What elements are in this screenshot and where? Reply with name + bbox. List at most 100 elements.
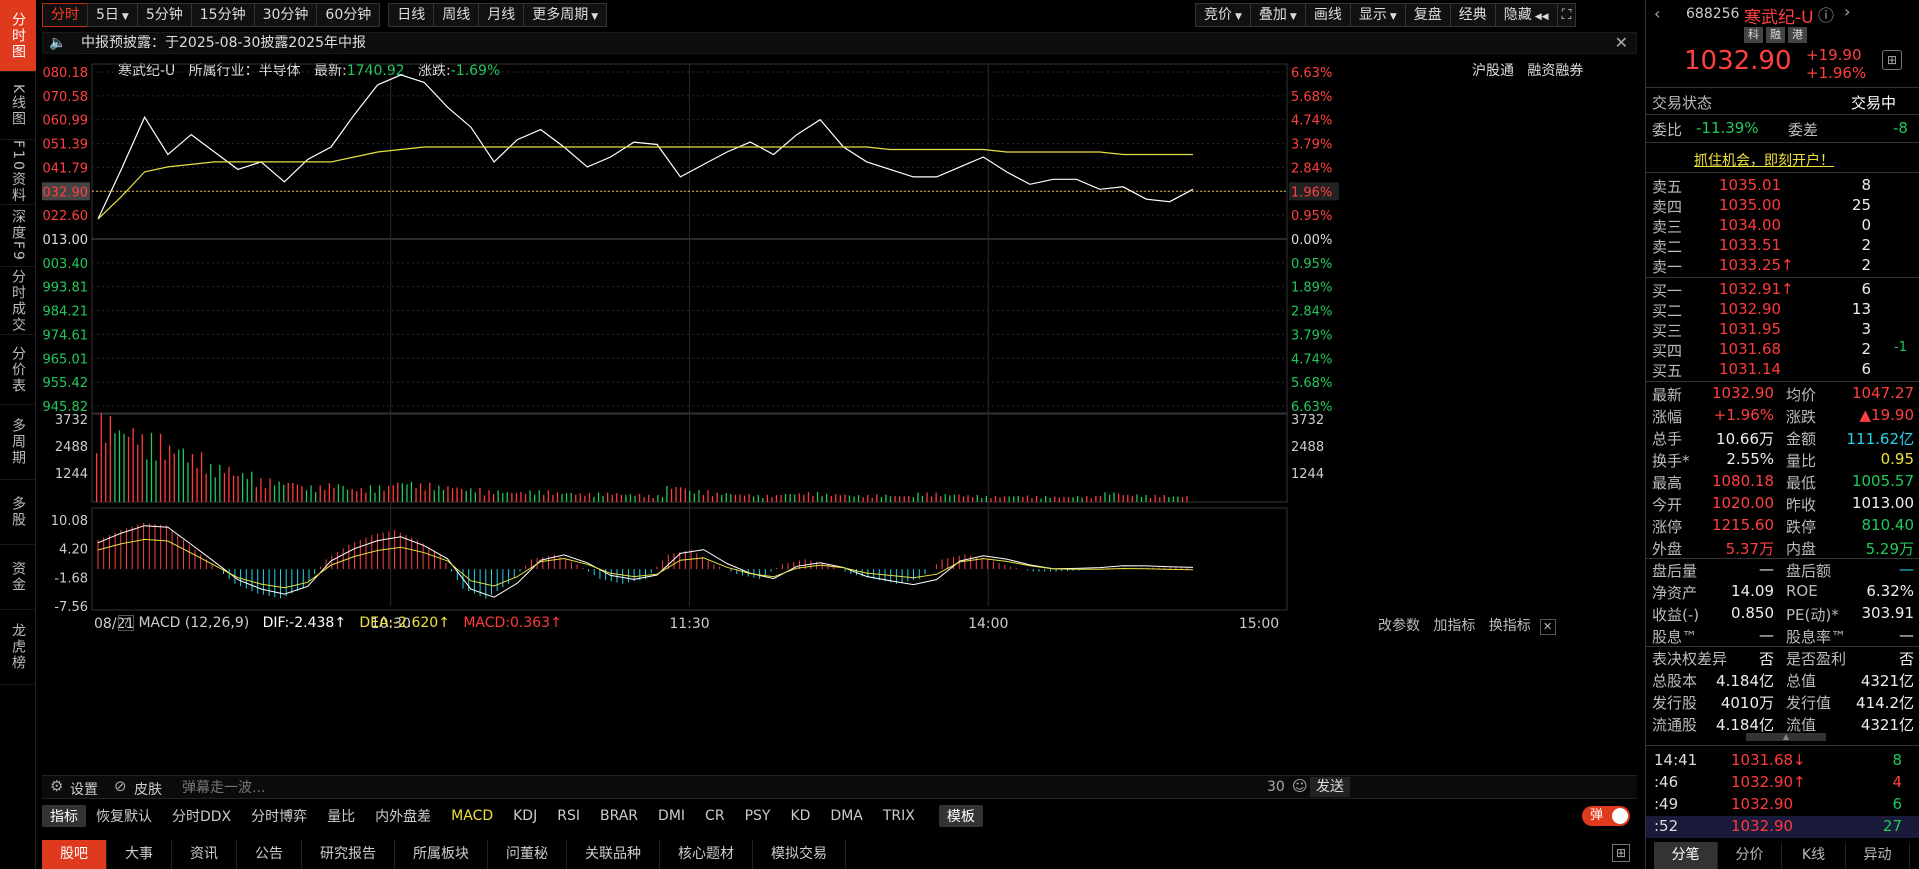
ask-row[interactable]: 卖四 1035.00 25 [1646, 196, 1919, 216]
danmu-input[interactable] [182, 778, 1242, 797]
indicator-8[interactable]: RSI [547, 808, 590, 824]
bottom-tab-0[interactable]: 股吧 [42, 840, 107, 869]
bottom-tab-5[interactable]: 所属板块 [395, 840, 488, 869]
help-icon[interactable]: ? [118, 615, 134, 631]
ask-row[interactable]: 卖五 1035.01 8 [1646, 176, 1919, 196]
info-icon[interactable]: ⓘ [1818, 2, 1834, 26]
link-margin[interactable]: 融资融券 [1527, 63, 1583, 79]
indicator-9[interactable]: BRAR [590, 808, 648, 824]
edit-params-button[interactable]: 改参数 [1378, 618, 1420, 634]
bottom-tab-1[interactable]: 大事 [107, 840, 172, 869]
nav-item-5[interactable]: 分价表 [0, 335, 36, 405]
ask-row[interactable]: 卖二 1033.51 2 [1646, 236, 1919, 256]
bid-row[interactable]: 买五 1031.14 6 [1646, 360, 1919, 380]
indicator-10[interactable]: DMI [648, 808, 695, 824]
open-account-link[interactable]: 抓住机会，即刻开户！ [1694, 150, 1834, 170]
skin-icon[interactable]: ⊘ [114, 777, 127, 795]
close-icon[interactable]: ✕ [1539, 619, 1556, 635]
right-tab-3[interactable]: 异动 [1846, 842, 1910, 869]
add-indicator-button[interactable]: 加指标 [1433, 618, 1475, 634]
period-button-7[interactable]: 周线 [433, 3, 480, 27]
tool-button-0[interactable]: 竞价 ▼ [1195, 3, 1251, 27]
chart-area[interactable]: 1080.18 6.63% 1070.58 5.68% 1060.99 4.74% 1051… [42, 55, 1342, 775]
bottom-tab-4[interactable]: 研究报告 [302, 840, 395, 869]
tool-button-2[interactable]: 画线 [1304, 3, 1351, 27]
ask-row[interactable]: 卖三 1034.00 0 [1646, 216, 1919, 236]
ask-row[interactable]: 卖一 1033.25↑ 2 [1646, 256, 1919, 276]
tool-button-3[interactable]: 显示 ▼ [1349, 3, 1406, 27]
indicator-4[interactable]: 量比 [317, 806, 365, 826]
gear-icon[interactable]: ⚙ [50, 777, 63, 795]
tool-button-4[interactable]: 复盘 [1404, 3, 1451, 27]
period-button-3[interactable]: 15分钟 [190, 3, 255, 27]
bid-row[interactable]: 买三 1031.95 3 [1646, 320, 1919, 340]
tool-button-1[interactable]: 叠加 ▼ [1249, 3, 1306, 27]
expand-icon[interactable]: ⊞ [1612, 844, 1630, 862]
nav-item-4[interactable]: 分时成交 [0, 267, 36, 335]
emoji-icon[interactable]: ☺ [1292, 777, 1308, 795]
right-tab-0[interactable]: 分笔 [1654, 842, 1718, 869]
nav-item-6[interactable]: 多周期 [0, 405, 36, 480]
indicator-1[interactable]: 恢复默认 [86, 806, 162, 826]
nav-item-7[interactable]: 多股 [0, 480, 36, 545]
bid-row[interactable]: 买二 1032.90 13 [1646, 300, 1919, 320]
volume-bar [999, 497, 1001, 502]
indicator-11[interactable]: CR [695, 808, 735, 824]
next-stock-icon[interactable]: › [1844, 2, 1850, 21]
period-button-8[interactable]: 月线 [478, 3, 525, 27]
indicator-0[interactable]: 指标 [42, 805, 86, 827]
expand-icon[interactable]: ⊞ [1882, 50, 1902, 70]
nav-item-1[interactable]: K线图 [0, 72, 36, 140]
period-button-0[interactable]: 分时 [42, 3, 88, 27]
danmu-toggle[interactable]: 弹 [1582, 806, 1630, 826]
indicator-6[interactable]: MACD [441, 808, 503, 824]
period-button-9[interactable]: 更多周期 ▼ [523, 3, 608, 27]
collapse-handle[interactable]: ▲ [1746, 733, 1826, 741]
indicator-15[interactable]: TRIX [873, 808, 925, 824]
nav-item-8[interactable]: 资金 [0, 545, 36, 610]
volume-bar [899, 496, 901, 502]
volume-bar [552, 494, 554, 502]
right-tab-2[interactable]: K线 [1782, 842, 1846, 869]
indicator-7[interactable]: KDJ [503, 808, 547, 824]
nav-item-9[interactable]: 龙虎榜 [0, 610, 36, 685]
period-button-6[interactable]: 日线 [388, 3, 435, 27]
indicator-16[interactable]: 模板 [938, 805, 983, 827]
indicator-14[interactable]: DMA [820, 808, 872, 824]
nav-item-3[interactable]: 深度F9 [0, 205, 36, 267]
indicator-3[interactable]: 分时博弈 [241, 806, 317, 826]
indicator-12[interactable]: PSY [735, 808, 781, 824]
bottom-tab-3[interactable]: 公告 [237, 840, 302, 869]
indicator-5[interactable]: 内外盘差 [365, 806, 441, 826]
stat-row: 总手 10.66万 金额 111.62亿 [1652, 430, 1914, 448]
settings-button[interactable]: 设置 [70, 779, 98, 799]
skin-button[interactable]: 皮肤 [134, 779, 162, 799]
bottom-tab-2[interactable]: 资讯 [172, 840, 237, 869]
prev-stock-icon[interactable]: ‹ [1654, 4, 1660, 23]
period-button-5[interactable]: 60分钟 [316, 3, 381, 27]
period-button-4[interactable]: 30分钟 [253, 3, 318, 27]
close-icon[interactable]: ✕ [1615, 33, 1628, 53]
bid-row[interactable]: 买一 1032.91↑ 6 [1646, 280, 1919, 300]
bottom-tab-7[interactable]: 关联品种 [567, 840, 660, 869]
link-hgt[interactable]: 沪股通 [1472, 63, 1514, 79]
bid-row[interactable]: 买四 1031.68 2 -1 [1646, 340, 1919, 360]
period-button-1[interactable]: 5日 ▼ [87, 3, 138, 27]
indicator-13[interactable]: KD [780, 808, 820, 824]
nav-item-2[interactable]: F10资料 [0, 140, 36, 205]
bottom-tab-8[interactable]: 核心题材 [660, 840, 753, 869]
bottom-tab-6[interactable]: 问董秘 [488, 840, 567, 869]
switch-indicator-button[interactable]: 换指标 [1489, 618, 1531, 634]
right-tab-1[interactable]: 分价 [1718, 842, 1782, 869]
send-button[interactable]: 发送 [1310, 777, 1350, 797]
nav-item-0[interactable]: 分时图 [0, 0, 36, 72]
volume-bar [319, 485, 321, 502]
pct-tick: 4.74% [1291, 352, 1332, 367]
tool-button-6[interactable]: 隐藏 ◀◀ [1494, 3, 1558, 27]
tool-button-5[interactable]: 经典 [1449, 3, 1496, 27]
volume-bar [1086, 495, 1088, 502]
bottom-tab-9[interactable]: 模拟交易 [753, 840, 846, 869]
indicator-2[interactable]: 分时DDX [162, 806, 241, 826]
period-button-2[interactable]: 5分钟 [136, 3, 192, 27]
fullscreen-icon[interactable]: ⛶ [1556, 3, 1577, 27]
